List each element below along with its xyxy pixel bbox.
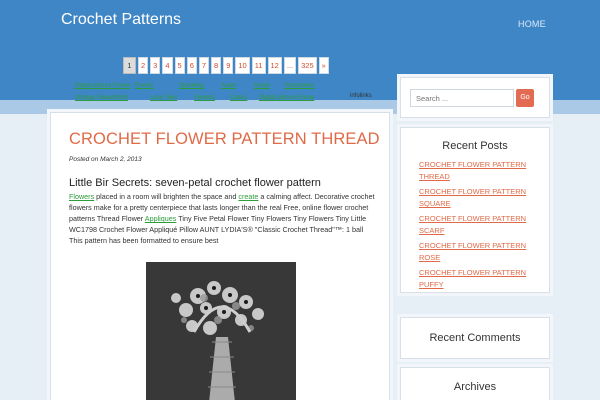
ad-link[interactable]: Asian — [221, 83, 254, 89]
page-link[interactable]: 5 — [174, 57, 185, 74]
page-link[interactable]: 12 — [267, 57, 282, 74]
page-link[interactable]: 9 — [223, 57, 234, 74]
recent-post-link[interactable]: CROCHET FLOWER PATTERN THREAD — [419, 159, 544, 183]
search-go-button[interactable]: Go — [516, 89, 534, 107]
search-input[interactable] — [410, 89, 514, 107]
infolinks-label[interactable]: infolinks — [350, 93, 372, 99]
recent-posts-title: Recent Posts — [442, 140, 508, 152]
page-link[interactable]: 7 — [198, 57, 210, 74]
ad-link-row: Vintage Sweatshirts Love Tees Flowers Co… — [75, 92, 375, 104]
recent-post-link[interactable]: CROCHET FLOWER PATTERN SCARF — [419, 213, 544, 237]
recent-posts-widget: Recent Posts CROCHET FLOWER PATTERN THRE… — [400, 127, 550, 293]
crochet-photo — [146, 262, 296, 400]
ad-link[interactable]: Digital picture Frame — [259, 95, 329, 101]
page-link-last[interactable]: 325 — [298, 57, 317, 74]
recent-post-link[interactable]: CROCHET FLOWER PATTERN ROSE — [419, 240, 544, 264]
recent-post-link[interactable]: CROCHET FLOWER PATTERN PUFFY — [419, 267, 544, 291]
ad-link[interactable]: Digital picture Frame — [75, 83, 135, 89]
pagination: 1 2 3 4 5 6 7 8 9 10 11 12 ... 325 » — [123, 57, 329, 75]
ad-link[interactable]: Home — [254, 83, 284, 89]
post-article: CROCHET FLOWER PATTERN THREAD Posted on … — [50, 112, 390, 400]
recent-posts-list: CROCHET FLOWER PATTERN THREAD CROCHET FL… — [419, 159, 544, 294]
page-link[interactable]: 3 — [150, 57, 161, 74]
page-link[interactable]: 11 — [251, 57, 266, 74]
post-body: Flowers placed in a room will brighten t… — [69, 191, 375, 246]
keyword-link[interactable]: Flowers — [69, 192, 94, 201]
ad-link-bar: Digital picture Frame Events Sparkling A… — [75, 80, 375, 104]
crochet-flower-basket-image — [146, 262, 296, 400]
page-link[interactable]: 4 — [162, 57, 173, 74]
post-subheading: Little Bir Secrets: seven-petal crochet … — [69, 177, 321, 189]
post-body-text: placed in a room will brighten the space… — [94, 192, 239, 201]
archives-widget: Archives — [400, 367, 550, 400]
ad-link[interactable]: Sparkling — [179, 83, 221, 89]
ad-link[interactable]: Events — [135, 83, 179, 89]
page-link[interactable]: 10 — [235, 57, 250, 74]
ad-link[interactable]: Vintage Sweatshirts — [75, 95, 150, 101]
ad-link[interactable]: Colors — [230, 95, 259, 101]
recent-comments-widget: Recent Comments — [400, 317, 550, 359]
recent-post-link[interactable]: CROCHET FLOWER PATTERN SQUARE — [419, 186, 544, 210]
page-link[interactable]: 6 — [186, 57, 197, 74]
ad-link[interactable]: Love Tees — [150, 95, 194, 101]
page-link[interactable]: 8 — [211, 57, 222, 74]
site-title[interactable]: Crochet Patterns — [61, 11, 181, 29]
archives-title: Archives — [453, 381, 497, 393]
ad-link[interactable]: Flowers — [194, 95, 230, 101]
page-link[interactable]: 2 — [138, 57, 149, 74]
page-next-button[interactable]: » — [318, 57, 329, 74]
keyword-link[interactable]: create — [238, 192, 258, 201]
search-widget: Go — [400, 77, 550, 118]
nav-home-link[interactable]: HOME — [518, 19, 546, 29]
ad-link-row: Digital picture Frame Events Sparkling A… — [75, 80, 375, 92]
post-title[interactable]: CROCHET FLOWER PATTERN THREAD — [69, 130, 380, 149]
recent-comments-title: Recent Comments — [429, 332, 521, 344]
ad-link[interactable]: Instructions — [284, 83, 334, 89]
page-link-current: 1 — [123, 57, 136, 74]
keyword-link[interactable]: Appliques — [145, 214, 177, 223]
page-ellipsis: ... — [283, 57, 297, 74]
post-date: Posted on March 2, 2013 — [69, 156, 142, 163]
